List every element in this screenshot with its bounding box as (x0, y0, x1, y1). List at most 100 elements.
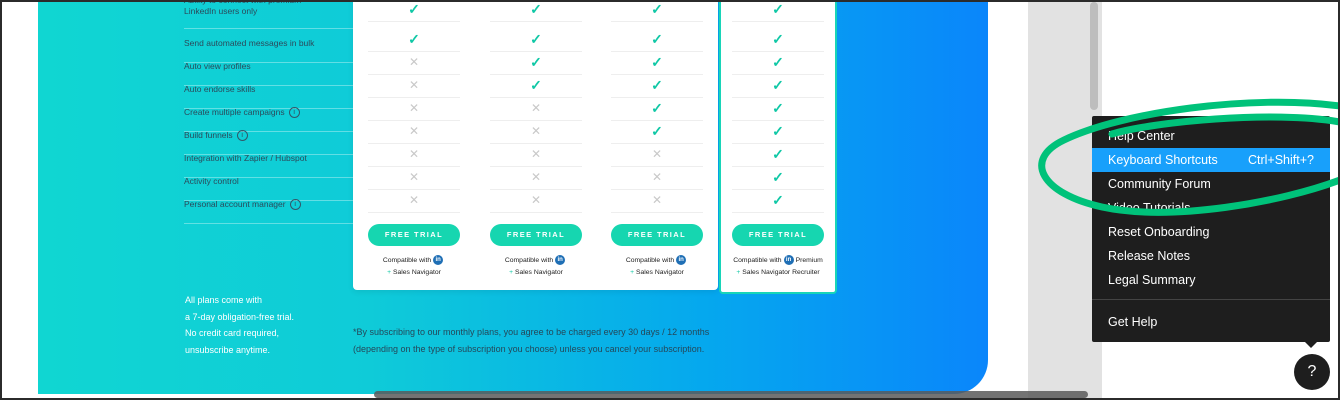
compatibility-product: Sales Navigator Recruiter (742, 269, 820, 276)
compatibility-product: Sales Navigator (392, 269, 441, 276)
check-icon: ✓ (772, 100, 784, 116)
linkedin-icon: in (783, 255, 794, 266)
info-icon[interactable]: i (288, 107, 300, 119)
feature-row: Build funnels i (184, 130, 374, 142)
check-icon: ✓ (772, 169, 784, 185)
linkedin-icon: in (555, 255, 566, 266)
help-button[interactable]: ? (1294, 354, 1330, 390)
check-icon: ✓ (772, 123, 784, 139)
check-icon: ✓ (651, 31, 663, 47)
free-trial-button[interactable]: FREE TRIAL (611, 224, 703, 246)
cell-divider (611, 21, 703, 22)
plans-note-line: a 7-day obligation-free trial. (185, 311, 295, 322)
feature-label: Auto view profiles (184, 61, 251, 71)
menu-item-legal-summary[interactable]: Legal Summary (1092, 268, 1330, 292)
feature-divider (184, 223, 374, 224)
check-icon: ✓ (530, 31, 542, 47)
cross-icon: ✕ (530, 147, 542, 161)
compatibility-suffix: Premium (795, 257, 823, 264)
menu-item-get-help[interactable]: Get Help (1092, 310, 1330, 334)
menu-item-label: Video Tutorials (1108, 201, 1191, 215)
menu-item-help-center[interactable]: Help Center (1092, 124, 1330, 148)
free-trial-button[interactable]: FREE TRIAL (368, 224, 460, 246)
check-icon: ✓ (651, 54, 663, 70)
check-icon: ✓ (408, 1, 420, 17)
vertical-scrollbar[interactable] (1090, 2, 1098, 110)
compatibility-label: Compatible with (625, 257, 675, 264)
check-icon: ✓ (408, 31, 420, 47)
check-icon: ✓ (651, 1, 663, 17)
check-icon: ✓ (772, 146, 784, 162)
check-icon: ✓ (772, 54, 784, 70)
compatibility-product: Sales Navigator (514, 269, 563, 276)
plans-note-line: No credit card required, (185, 328, 280, 338)
cross-icon: ✕ (530, 193, 542, 207)
check-icon: ✓ (651, 77, 663, 93)
cross-icon: ✕ (530, 170, 542, 184)
cross-icon: ✕ (408, 193, 420, 207)
info-icon[interactable]: i (236, 130, 248, 142)
subscription-note: *By subscribing to our monthly plans, yo… (353, 324, 773, 358)
cell-divider (368, 212, 460, 213)
menu-divider (1092, 299, 1330, 300)
check-icon: ✓ (530, 1, 542, 17)
feature-label: Create multiple campaigns (184, 107, 285, 117)
free-trial-button[interactable]: FREE TRIAL (490, 224, 582, 246)
linkedin-icon: in (676, 255, 687, 266)
cross-icon: ✕ (530, 101, 542, 115)
free-trial-button[interactable]: FREE TRIAL (732, 224, 824, 246)
cell-divider (368, 21, 460, 22)
cross-icon: ✕ (651, 147, 663, 161)
feature-label: Personal account manager (184, 199, 286, 209)
cross-icon: ✕ (530, 124, 542, 138)
plans-note: All plans come with a 7-day obligation-f… (185, 292, 294, 358)
cross-icon: ✕ (408, 170, 420, 184)
menu-pointer (1305, 342, 1317, 348)
menu-item-label: Get Help (1108, 315, 1158, 329)
cell-divider (490, 21, 582, 22)
horizontal-scrollbar[interactable] (374, 391, 1088, 398)
feature-label: Build funnels (184, 130, 233, 140)
feature-row: Integration with Zapier / Hubspot (184, 153, 374, 164)
compatibility-label: Compatible with (504, 257, 554, 264)
menu-item-community-forum[interactable]: Community Forum (1092, 172, 1330, 196)
menu-item-reset-onboarding[interactable]: Reset Onboarding (1092, 220, 1330, 244)
check-icon: ✓ (651, 123, 663, 139)
compatibility-label: Compatible with (382, 257, 432, 264)
help-menu: Help Center Keyboard Shortcuts Ctrl+Shif… (1092, 116, 1330, 342)
menu-item-release-notes[interactable]: Release Notes (1092, 244, 1330, 268)
compatibility-note: Compatible with in + Sales Navigator (359, 255, 469, 279)
compatibility-note: Compatible with in + Sales Navigator (602, 255, 712, 279)
menu-item-label: Legal Summary (1108, 273, 1196, 287)
check-icon: ✓ (772, 77, 784, 93)
cross-icon: ✕ (651, 193, 663, 207)
menu-item-label: Community Forum (1108, 177, 1211, 191)
compatibility-note: Compatible with in Premium + Sales Navigato… (723, 255, 833, 279)
cross-icon: ✕ (408, 124, 420, 138)
feature-row: Create multiple campaigns i (184, 107, 374, 119)
cross-icon: ✕ (408, 147, 420, 161)
check-icon: ✓ (772, 1, 784, 17)
feature-label: Activity control (184, 176, 239, 186)
cross-icon: ✕ (408, 101, 420, 115)
plans-note-line: All plans come with (185, 295, 263, 305)
feature-label: Send automated messages in bulk (184, 38, 315, 48)
linkedin-icon: in (433, 255, 444, 266)
cross-icon: ✕ (408, 78, 420, 92)
subscription-note-line: *By subscribing to our monthly plans, yo… (353, 327, 710, 337)
menu-item-shortcut: Ctrl+Shift+? (1247, 153, 1314, 167)
menu-item-label: Release Notes (1108, 249, 1190, 263)
feature-row: Activity control (184, 176, 374, 187)
feature-label: Auto endorse skills (184, 84, 256, 94)
cross-icon: ✕ (651, 170, 663, 184)
feature-label: Ability to connect with premium LinkedIn… (184, 0, 302, 16)
menu-item-keyboard-shortcuts[interactable]: Keyboard Shortcuts Ctrl+Shift+? (1092, 148, 1330, 172)
menu-item-video-tutorials[interactable]: Video Tutorials (1092, 196, 1330, 220)
check-icon: ✓ (772, 192, 784, 208)
subscription-note-line: (depending on the type of subscription y… (353, 344, 705, 354)
feature-row: Auto endorse skills (184, 84, 374, 95)
info-icon[interactable]: i (289, 199, 301, 211)
compatibility-product: Sales Navigator (635, 269, 684, 276)
menu-item-label: Help Center (1108, 129, 1175, 143)
screen-frame: Ability to connect with premium LinkedIn… (0, 0, 1340, 400)
